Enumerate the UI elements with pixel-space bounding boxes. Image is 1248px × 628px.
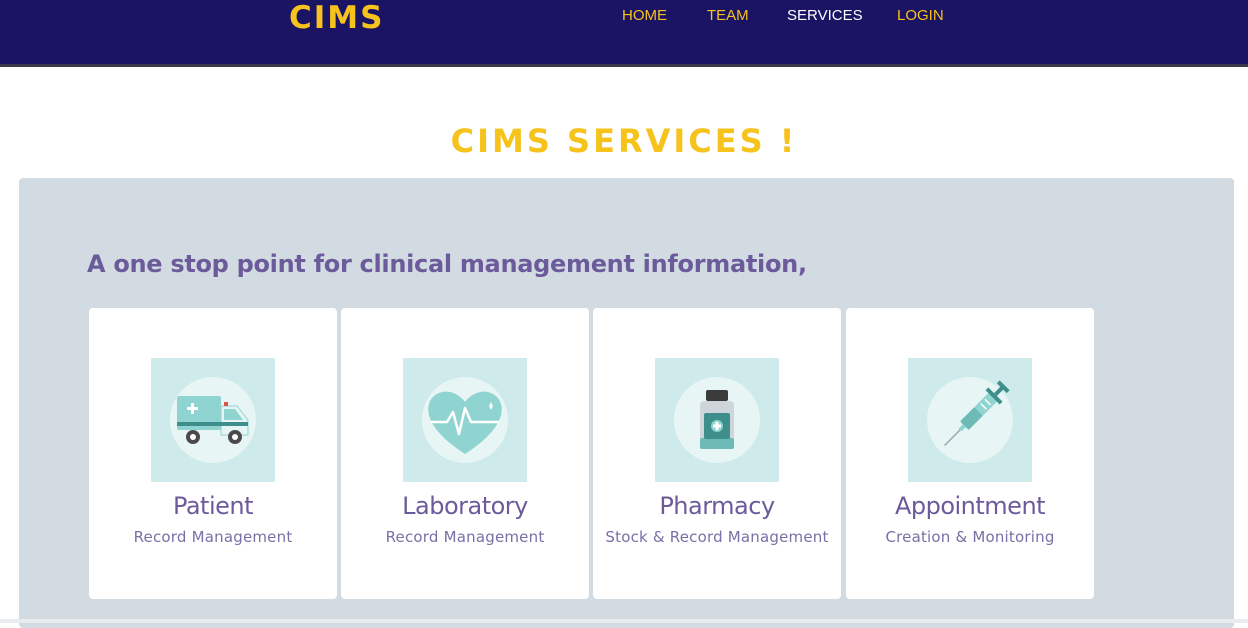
- top-navbar: CIMS HOME TEAM SERVICES LOGIN: [0, 0, 1248, 67]
- service-card-subtitle: Record Management: [385, 528, 545, 546]
- service-card-patient[interactable]: Patient Record Management: [89, 308, 337, 599]
- service-card-title: Patient: [172, 492, 254, 520]
- nav-link-login[interactable]: LOGIN: [897, 7, 944, 25]
- service-card-appointment[interactable]: Appointment Creation & Monitoring: [846, 308, 1094, 599]
- syringe-icon: [908, 358, 1032, 482]
- service-card-title: Pharmacy: [659, 492, 775, 520]
- nav-link-home[interactable]: HOME: [622, 7, 667, 25]
- page-divider: [0, 619, 1248, 623]
- service-card-subtitle: Record Management: [133, 528, 293, 546]
- service-card-title: Appointment: [894, 492, 1046, 520]
- service-card-pharmacy[interactable]: Pharmacy Stock & Record Management: [593, 308, 841, 599]
- service-card-subtitle: Creation & Monitoring: [885, 528, 1055, 546]
- nav-link-team[interactable]: TEAM: [707, 7, 749, 25]
- service-card-laboratory[interactable]: Laboratory Record Management: [341, 308, 589, 599]
- brand-logo[interactable]: CIMS: [289, 0, 384, 36]
- medicine-bottle-icon: [655, 358, 779, 482]
- nav-link-services[interactable]: SERVICES: [787, 7, 863, 25]
- service-card-subtitle: Stock & Record Management: [605, 528, 829, 546]
- services-tagline: A one stop point for clinical management…: [87, 250, 807, 278]
- ambulance-icon: [151, 358, 275, 482]
- service-card-title: Laboratory: [402, 492, 528, 520]
- section-title: CIMS SERVICES !: [450, 122, 798, 160]
- heart-pulse-icon: [403, 358, 527, 482]
